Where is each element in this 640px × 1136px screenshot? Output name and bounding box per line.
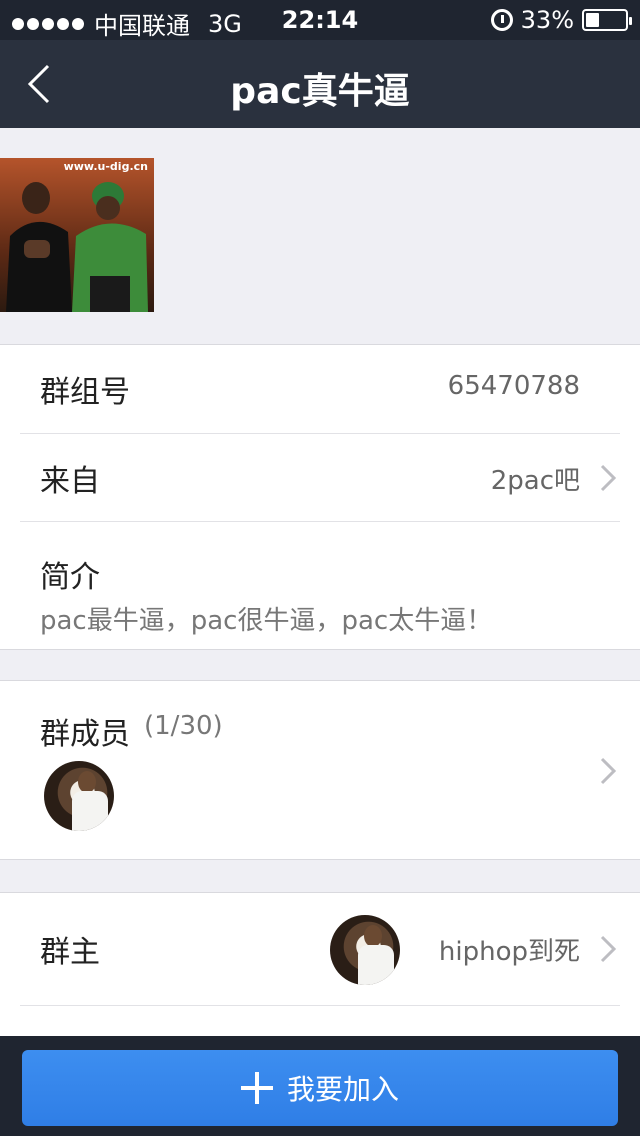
group-number-row: 群组号 65470788 <box>20 345 620 433</box>
from-row[interactable]: 来自 2pac吧 <box>20 433 620 521</box>
owner-row[interactable]: 群主 hiphop到死 <box>20 893 620 1005</box>
from-value: 2pac吧 <box>490 466 580 496</box>
chevron-right-icon <box>600 935 617 963</box>
chevron-right-icon <box>600 757 617 785</box>
status-right: 33% <box>490 6 632 34</box>
page-title: pac真牛逼 <box>230 71 410 112</box>
owner-name: hiphop到死 <box>438 937 580 967</box>
intro-text: pac最牛逼，pac很牛逼，pac太牛逼！ <box>40 606 493 636</box>
battery-percent: 33% <box>520 6 574 34</box>
members-label: 群成员 <box>40 717 130 752</box>
plus-icon <box>240 1072 273 1104</box>
group-info-card: 群组号 65470788 来自 2pac吧 简介 pac最牛逼，pac很牛逼，p… <box>0 344 640 650</box>
navigation-bar: pac真牛逼 <box>0 40 640 128</box>
image-watermark: www.u-dig.cn <box>63 160 148 173</box>
chevron-right-icon <box>600 464 617 492</box>
join-group-button[interactable]: 我要加入 <box>22 1050 618 1126</box>
join-button-label: 我要加入 <box>286 1073 399 1106</box>
group-avatar-image[interactable]: www.u-dig.cn <box>0 158 154 312</box>
group-info-screen: 中国联通 3G 22:14 33% pac真牛逼 www.u-dig.cn 群组… <box>0 0 640 1136</box>
photo-person-left <box>6 182 72 312</box>
members-count: (1/30) <box>144 711 223 741</box>
bottom-action-bar: 我要加入 <box>0 1036 640 1136</box>
from-label: 来自 <box>40 464 100 499</box>
status-bar: 中国联通 3G 22:14 33% <box>0 0 640 40</box>
alarm-icon <box>490 9 513 31</box>
group-number-value: 65470788 <box>447 371 580 401</box>
photo-person-right <box>72 182 148 312</box>
intro-label: 简介 <box>40 560 100 595</box>
battery-icon <box>582 9 632 31</box>
intro-row: 简介 pac最牛逼，pac很牛逼，pac太牛逼！ <box>20 521 620 649</box>
battery-fill <box>586 13 599 27</box>
members-card[interactable]: 群成员 (1/30) <box>0 680 640 860</box>
group-number-label: 群组号 <box>40 375 130 410</box>
owner-avatar[interactable] <box>330 915 400 985</box>
members-row[interactable]: 群成员 (1/30) <box>20 681 620 859</box>
owner-label: 群主 <box>40 935 100 970</box>
member-avatar[interactable] <box>44 761 114 831</box>
